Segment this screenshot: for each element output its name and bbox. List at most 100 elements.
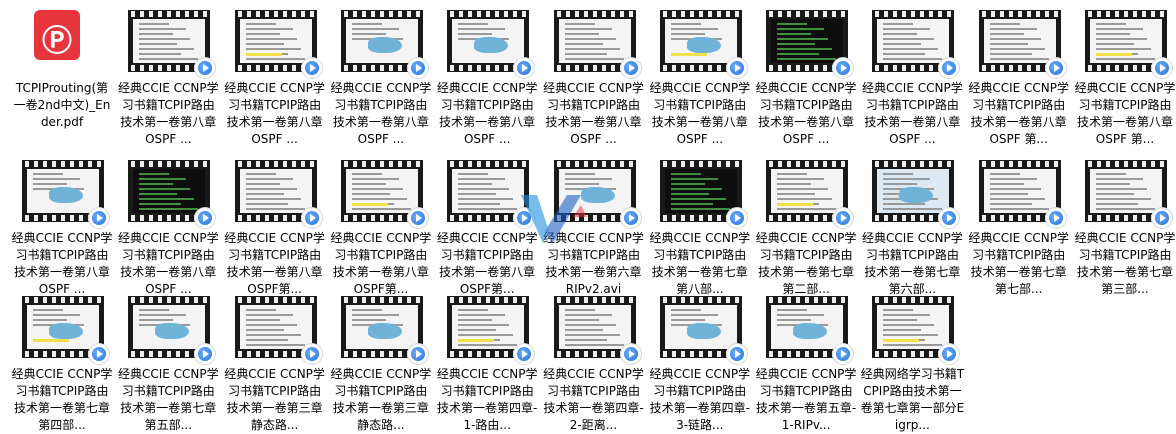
thumb-text-line bbox=[564, 344, 624, 346]
film-strip bbox=[978, 11, 1061, 17]
thumb-text-line bbox=[883, 173, 914, 175]
thumb-text-line bbox=[1096, 173, 1126, 175]
thumb-text-line bbox=[351, 208, 411, 210]
thumb-text-line bbox=[245, 203, 288, 205]
thumb-text-line bbox=[564, 334, 620, 336]
video-thumbnail bbox=[553, 296, 641, 364]
thumb-text-line bbox=[245, 58, 305, 60]
thumb-text-line bbox=[33, 319, 67, 321]
video-thumbnail bbox=[766, 296, 854, 364]
thumb-text-line bbox=[670, 319, 705, 321]
thumb-text-line bbox=[245, 43, 284, 45]
thumb-text-line bbox=[351, 33, 386, 35]
thumb-text-line bbox=[777, 23, 808, 25]
thumb-text-line bbox=[564, 314, 612, 316]
thumb-text-line bbox=[883, 58, 943, 60]
film-strip bbox=[553, 297, 636, 303]
thumb-text-line bbox=[883, 334, 939, 336]
film-strip bbox=[340, 161, 423, 167]
thumb-text-line bbox=[777, 53, 820, 55]
thumb-text-line bbox=[245, 329, 284, 331]
thumb-text-line bbox=[777, 43, 816, 45]
file-name-label: 经典CCIE CCNP学习书籍TCPIP路由技术第一卷第八章OSPF ... bbox=[11, 231, 113, 296]
player-badge-icon bbox=[833, 58, 854, 78]
video-thumbnail bbox=[872, 160, 960, 228]
thumbnail-frame bbox=[1090, 169, 1162, 213]
player-badge-icon bbox=[301, 58, 322, 78]
thumb-text-line bbox=[33, 183, 67, 185]
network-diagram bbox=[155, 323, 190, 339]
thumb-text-line bbox=[245, 188, 297, 190]
video-thumbnail bbox=[447, 296, 535, 364]
thumb-text-line bbox=[245, 319, 280, 321]
film-strip bbox=[872, 161, 955, 167]
thumb-text-line bbox=[670, 33, 705, 35]
thumb-text-line bbox=[139, 58, 199, 60]
thumb-text-line bbox=[989, 28, 1037, 30]
thumb-text-line bbox=[1096, 203, 1138, 205]
film-strip bbox=[766, 161, 849, 167]
player-badge-icon bbox=[407, 344, 428, 364]
thumb-text-line bbox=[139, 198, 195, 200]
file-name-label: 经典CCIE CCNP学习书籍TCPIP路由技术第一卷第八章OSPF ... bbox=[117, 81, 219, 146]
player-badge-icon bbox=[301, 208, 322, 228]
player-badge-icon bbox=[1045, 58, 1066, 78]
thumbnail-frame bbox=[1090, 19, 1162, 63]
thumb-text-line bbox=[245, 208, 305, 210]
thumb-text-line bbox=[777, 173, 808, 175]
thumb-text-line bbox=[245, 339, 288, 341]
player-badge-icon bbox=[726, 344, 747, 364]
thumb-text-line bbox=[989, 38, 1041, 40]
file-name-label: 经典CCIE CCNP学习书籍TCPIP路由技术第一卷第七章第四部... bbox=[11, 367, 113, 432]
thumb-text-line bbox=[139, 43, 178, 45]
thumb-text-line bbox=[564, 43, 603, 45]
thumb-text-line bbox=[564, 28, 612, 30]
highlight-mark bbox=[351, 203, 388, 206]
thumb-text-line bbox=[245, 314, 293, 316]
thumb-text-line bbox=[564, 324, 616, 326]
thumb-text-line bbox=[989, 173, 1020, 175]
thumb-text-line bbox=[670, 314, 718, 316]
player-badge-icon bbox=[514, 58, 535, 78]
thumb-text-line bbox=[670, 198, 726, 200]
thumb-text-line bbox=[564, 319, 599, 321]
thumb-text-line bbox=[351, 23, 382, 25]
thumb-text-line bbox=[777, 193, 816, 195]
thumb-text-line bbox=[351, 198, 407, 200]
network-diagram bbox=[367, 37, 402, 53]
file-name-label: 经典CCIE CCNP学习书籍TCPIP路由技术第一卷第四章-1-路由... bbox=[436, 367, 538, 432]
video-thumbnail bbox=[659, 160, 747, 228]
highlight-mark bbox=[458, 339, 495, 342]
thumb-text-line bbox=[458, 178, 506, 180]
thumb-text-line bbox=[1096, 178, 1143, 180]
thumb-text-line bbox=[564, 183, 599, 185]
thumb-text-line bbox=[1096, 58, 1155, 60]
player-badge-icon bbox=[1045, 208, 1066, 228]
thumb-text-line bbox=[245, 193, 284, 195]
thumb-text-line bbox=[1096, 43, 1134, 45]
video-thumbnail bbox=[553, 10, 641, 78]
thumb-text-line bbox=[351, 183, 386, 185]
film-strip bbox=[340, 11, 423, 17]
thumb-text-line bbox=[883, 28, 931, 30]
thumbnail-frame bbox=[239, 19, 312, 63]
film-strip bbox=[447, 161, 530, 167]
thumb-text-line bbox=[777, 314, 825, 316]
thumb-text-line bbox=[989, 48, 1045, 50]
video-thumbnail bbox=[978, 160, 1066, 228]
video-thumbnail bbox=[766, 160, 854, 228]
thumbnail-frame bbox=[771, 305, 844, 349]
film-strip bbox=[659, 161, 742, 167]
thumb-text-line bbox=[33, 314, 80, 316]
file-name-label: 经典网络学习书籍TCPIP路由技术第一卷第七章第一部分Eigrp... bbox=[860, 367, 965, 432]
highlight-mark bbox=[777, 203, 814, 206]
thumbnail-frame bbox=[983, 19, 1056, 63]
thumb-text-line bbox=[989, 58, 1049, 60]
thumb-text-line bbox=[351, 319, 386, 321]
thumb-text-line bbox=[245, 198, 301, 200]
thumb-text-line bbox=[245, 178, 293, 180]
highlight-mark bbox=[670, 53, 707, 56]
pdf-icon: Ⓟ bbox=[34, 10, 80, 60]
thumb-text-line bbox=[1096, 33, 1130, 35]
file-name-label: 经典CCIE CCNP学习书籍TCPIP路由技术第一卷第八章OSPF ... bbox=[224, 81, 325, 146]
